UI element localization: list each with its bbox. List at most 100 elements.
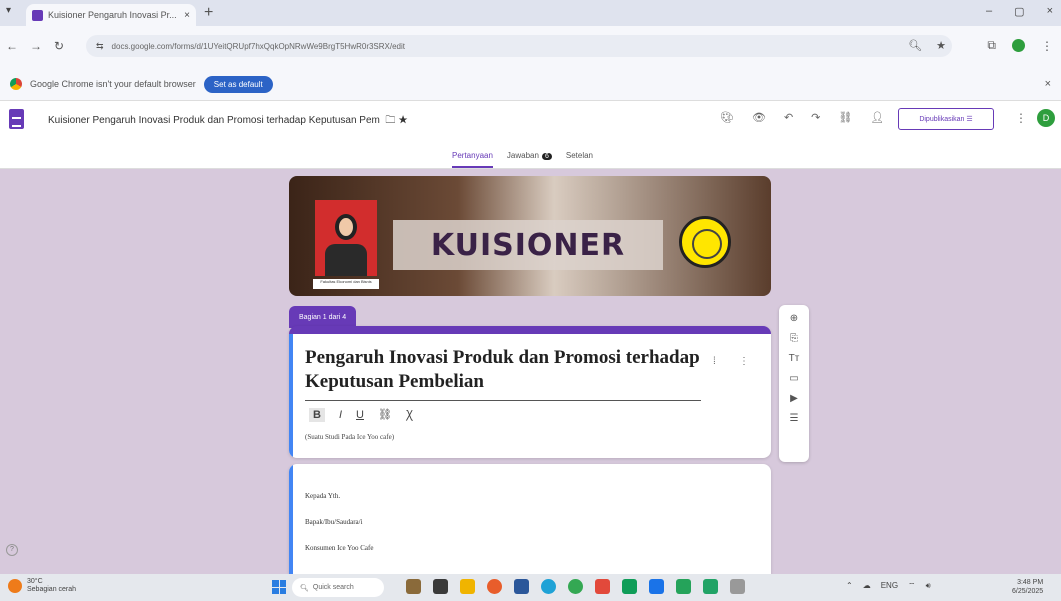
add-video-icon[interactable]: ▶ — [790, 393, 798, 404]
cloud-icon[interactable]: ☁ — [863, 581, 871, 591]
form-text-card[interactable]: Kepada Yth. Bapak/Ibu/Saudara/i Konsumen… — [289, 464, 771, 574]
publish-button[interactable]: Dipublikasikan ☰ — [898, 108, 994, 130]
widgets-app-icon[interactable] — [406, 579, 421, 594]
close-window-button[interactable]: × — [1047, 5, 1053, 18]
minimize-button[interactable]: – — [986, 5, 992, 18]
undo-icon[interactable]: ↶ — [784, 111, 793, 124]
text-line: Konsumen Ice Yoo Cafe — [305, 544, 374, 552]
clear-format-button[interactable]: Ꭓ — [406, 407, 413, 422]
forms-favicon-icon — [32, 9, 43, 21]
tab-search-icon[interactable]: ▾ — [6, 5, 11, 16]
set-default-button[interactable]: Set as default — [203, 75, 273, 93]
new-tab-button[interactable]: + — [204, 4, 213, 22]
form-title-card[interactable]: Pengaruh Inovasi Produk dan Promosi terh… — [289, 326, 771, 458]
edge-icon[interactable] — [541, 579, 556, 594]
task-view-icon[interactable] — [433, 579, 448, 594]
taskbar-clock[interactable]: 3:48 PM 6/25/2025 — [1012, 578, 1043, 596]
underline-button[interactable]: U — [356, 409, 364, 421]
maximize-button[interactable]: ▢ — [1014, 5, 1024, 18]
site-info-icon[interactable]: ⇆ — [96, 41, 104, 52]
browser-tab[interactable]: Kuisioner Pengaruh Inovasi Pr... × — [26, 4, 196, 26]
star-icon[interactable]: ★ — [398, 115, 408, 126]
help-icon[interactable]: ? — [6, 544, 18, 556]
address-bar[interactable]: ⇆ docs.google.com/forms/d/1UYeitQRUpf7hx… — [86, 35, 952, 57]
response-count-badge: 6 — [541, 153, 552, 160]
language-indicator[interactable]: ENG — [881, 581, 898, 591]
chrome-logo-icon — [10, 78, 22, 90]
folder-icon[interactable]: 🗀 — [383, 115, 395, 126]
profile-avatar[interactable] — [1012, 39, 1025, 52]
header-actions: 🎨︎ 👁︎ ↶ ↷ ⛓ 👤︎ — [720, 111, 884, 124]
volume-icon[interactable]: 🔊︎ — [926, 581, 931, 591]
tab-close-icon[interactable]: × — [184, 10, 190, 21]
app-icon[interactable] — [595, 579, 610, 594]
app-icon[interactable] — [514, 579, 529, 594]
import-questions-icon[interactable]: ⎘ — [790, 333, 798, 344]
chevron-up-icon[interactable]: ⌃ — [846, 581, 853, 591]
extensions-icon[interactable]: ⧉ — [987, 38, 996, 53]
app-icon[interactable] — [622, 579, 637, 594]
app-icon[interactable] — [487, 579, 502, 594]
windows-taskbar: 30°C Sebagian cerah 🔍︎ Quick search ⌃ ☁ E… — [0, 574, 1061, 601]
search-icon: 🔍︎ — [300, 584, 309, 592]
text-line: Kepada Yth. — [305, 492, 341, 500]
tab-settings[interactable]: Setelan — [566, 151, 593, 168]
card-description[interactable]: (Suatu Studi Pada Ice Yoo cafe) — [305, 433, 394, 441]
tab-responses[interactable]: Jawaban 6 — [507, 151, 552, 168]
wifi-icon[interactable]: ⌔ — [908, 581, 916, 591]
add-image-icon[interactable]: ▭ — [789, 373, 798, 384]
preview-eye-icon[interactable]: 👁︎ — [752, 111, 766, 124]
weather-widget[interactable]: 30°C Sebagian cerah — [8, 578, 76, 594]
browser-menu-icon[interactable]: ⋮ — [1041, 39, 1053, 53]
palette-icon[interactable]: 🎨︎ — [720, 111, 734, 124]
card-title[interactable]: Pengaruh Inovasi Produk dan Promosi terh… — [305, 346, 705, 394]
tab-questions[interactable]: Pertanyaan — [452, 151, 493, 168]
window-controls: – ▢ × — [986, 5, 1053, 18]
add-question-icon[interactable]: ⊕ — [790, 313, 798, 324]
chrome-icon[interactable] — [568, 579, 583, 594]
text-line: Bapak/Ibu/Saudara/i — [305, 518, 363, 526]
taskbar-search[interactable]: 🔍︎ Quick search — [292, 578, 384, 597]
app-icon[interactable] — [730, 579, 745, 594]
zoom-icon[interactable]: 🔍︎ — [908, 39, 922, 52]
redo-icon[interactable]: ↷ — [811, 111, 820, 124]
profile-photo — [315, 200, 377, 276]
more-options-icon[interactable]: ⋮ — [1015, 111, 1027, 125]
link-icon[interactable]: ⛓ — [838, 111, 852, 124]
bookmark-star-icon[interactable]: ★ — [936, 39, 946, 52]
banner-heading: KUISIONER — [430, 227, 626, 263]
forward-icon[interactable]: → — [30, 39, 42, 53]
google-forms-icon[interactable] — [9, 109, 24, 129]
reload-icon[interactable]: ↻ — [54, 39, 64, 53]
nav-buttons: ← → ↻ — [6, 39, 64, 53]
collapse-icon[interactable]: ⁞ — [713, 356, 716, 367]
card-menu-icon[interactable]: ⋮ — [739, 356, 749, 367]
taskbar-apps — [406, 579, 745, 594]
app-icon[interactable] — [703, 579, 718, 594]
system-tray: ⌃ ☁ ENG ⌔ 🔊︎ — [846, 581, 931, 591]
account-avatar[interactable]: D — [1037, 109, 1055, 127]
app-icon[interactable] — [676, 579, 691, 594]
search-placeholder: Quick search — [312, 584, 354, 591]
form-title[interactable]: Kuisioner Pengaruh Inovasi Produk dan Pr… — [48, 115, 380, 126]
forms-header: Kuisioner Pengaruh Inovasi Produk dan Pr… — [0, 101, 1061, 169]
form-tabs: Pertanyaan Jawaban 6 Setelan — [452, 151, 593, 168]
add-collaborator-icon[interactable]: 👤︎ — [870, 111, 884, 124]
photo-body — [325, 244, 367, 276]
format-toolbar: B I U ⛓ Ꭓ — [309, 407, 413, 422]
back-icon[interactable]: ← — [6, 39, 18, 53]
infobar-close-icon[interactable]: × — [1045, 78, 1051, 90]
italic-button[interactable]: I — [339, 409, 342, 421]
weather-text: 30°C Sebagian cerah — [27, 578, 76, 594]
weather-temp: 30°C — [27, 578, 43, 585]
app-icon[interactable] — [649, 579, 664, 594]
clock-time: 3:48 PM — [1017, 579, 1044, 586]
add-title-icon[interactable]: Tт — [789, 353, 800, 364]
file-explorer-icon[interactable] — [460, 579, 475, 594]
url-text: docs.google.com/forms/d/1UYeitQRUpf7hxQq… — [111, 41, 405, 51]
add-section-icon[interactable]: ☰ — [790, 413, 799, 424]
link-button[interactable]: ⛓ — [378, 408, 392, 421]
bold-button[interactable]: B — [309, 407, 325, 422]
form-title-bar: Kuisioner Pengaruh Inovasi Produk dan Pr… — [48, 113, 408, 130]
windows-start-icon[interactable] — [272, 580, 286, 594]
